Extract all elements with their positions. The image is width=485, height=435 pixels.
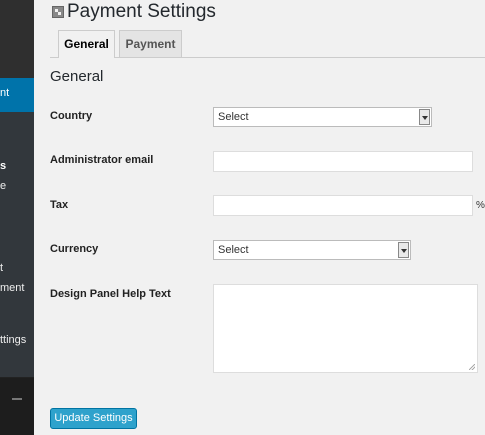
admin-email-label: Administrator email: [50, 154, 154, 166]
tab-payment[interactable]: Payment: [119, 30, 182, 57]
currency-label: Currency: [50, 243, 99, 255]
sidebar-subitem-2[interactable]: e: [0, 180, 6, 192]
chevron-down-icon[interactable]: [419, 109, 430, 125]
chevron-down-icon[interactable]: [398, 242, 409, 258]
sidebar-subitem-3[interactable]: t: [0, 262, 3, 274]
sidebar-subitem-1[interactable]: s: [0, 160, 6, 172]
country-select-value: Select: [218, 111, 249, 123]
collapse-menu-icon[interactable]: [12, 398, 22, 400]
section-title: General: [50, 68, 104, 85]
admin-email-field[interactable]: [213, 151, 473, 172]
current-menu-arrow-icon: [34, 88, 42, 104]
settings-page-icon: [52, 6, 64, 18]
sidebar-bottom: [0, 378, 34, 435]
help-text-label: Design Panel Help Text: [50, 288, 171, 300]
country-label: Country: [50, 110, 93, 122]
tax-field[interactable]: [213, 195, 473, 216]
tabs-divider: [50, 57, 485, 58]
currency-select[interactable]: Select: [213, 240, 411, 260]
resize-handle-icon[interactable]: [469, 364, 475, 370]
sidebar-top-area: [0, 0, 34, 78]
tab-general[interactable]: General: [58, 30, 115, 58]
sidebar-submenu: s e t ment ttings: [0, 112, 34, 377]
sidebar-subitem-4[interactable]: ment: [0, 282, 24, 294]
page-title: Payment Settings: [67, 1, 216, 22]
update-settings-button[interactable]: Update Settings: [50, 408, 137, 429]
sidebar-item-current[interactable]: nt: [0, 78, 34, 112]
tax-percent-suffix: %: [476, 200, 485, 211]
sidebar-subitem-5[interactable]: ttings: [0, 334, 26, 346]
admin-sidebar: nt s e t ment ttings: [0, 0, 34, 435]
sidebar-item-current-label: nt: [0, 87, 10, 99]
tax-label: Tax: [50, 199, 69, 211]
currency-select-value: Select: [218, 244, 249, 256]
country-select[interactable]: Select: [213, 107, 432, 127]
help-text-textarea[interactable]: [213, 284, 478, 373]
